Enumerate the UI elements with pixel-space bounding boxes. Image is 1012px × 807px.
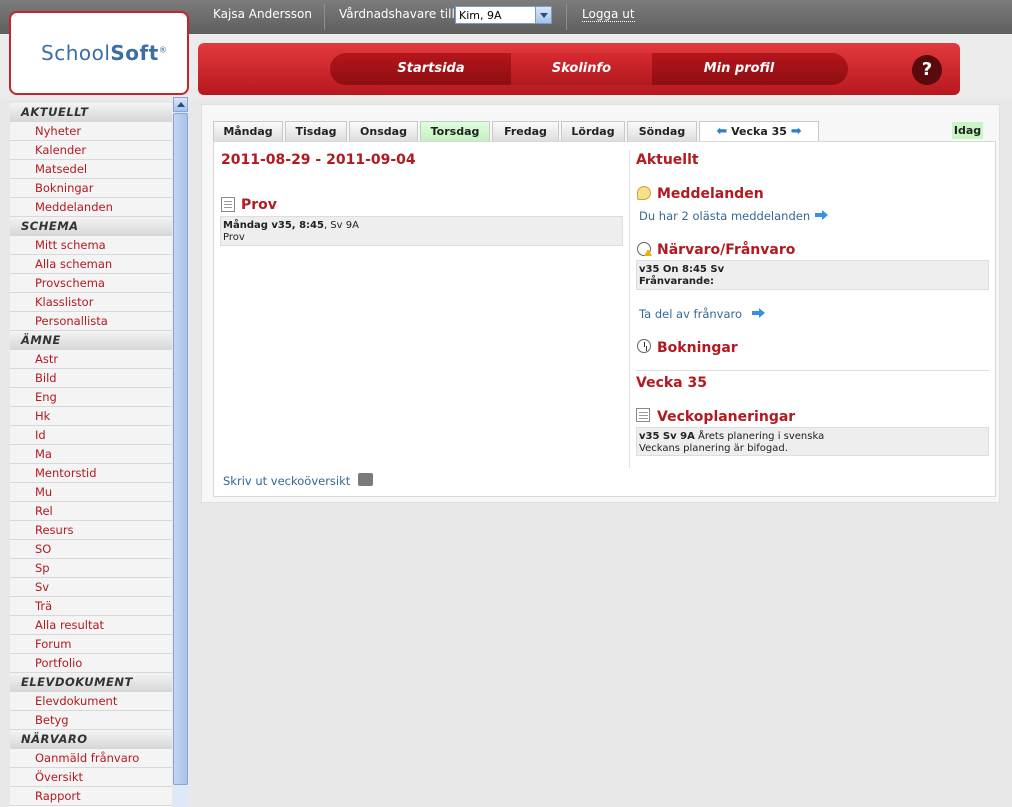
divider bbox=[636, 370, 989, 371]
veckoplan-text: Veckans planering är bifogad. bbox=[639, 443, 788, 454]
sidebar-item-mentorstid[interactable]: Mentorstid bbox=[10, 464, 172, 483]
sidebar: AKTUELLT Nyheter Kalender Matsedel Bokningar… bbox=[10, 103, 172, 807]
sidebar-item-alla-scheman[interactable]: Alla scheman bbox=[10, 255, 172, 274]
divider bbox=[324, 4, 325, 30]
sidebar-item-so[interactable]: SO bbox=[10, 540, 172, 559]
sidebar-item-översikt[interactable]: Översikt bbox=[10, 768, 172, 787]
sidebar-item-eng[interactable]: Eng bbox=[10, 388, 172, 407]
nav-min-profil[interactable]: Min profil bbox=[653, 53, 825, 85]
scroll-thumb[interactable] bbox=[173, 113, 188, 785]
arrow-right-icon[interactable]: ➡ bbox=[791, 124, 802, 139]
print-week-link[interactable]: Skriv ut veckoöversikt bbox=[223, 474, 350, 488]
prov-title[interactable]: Prov bbox=[241, 197, 277, 213]
column-divider bbox=[629, 150, 630, 468]
divider bbox=[566, 4, 567, 30]
sidebar-item-provschema[interactable]: Provschema bbox=[10, 274, 172, 293]
guardian-label: Vårdnadshavare till bbox=[339, 7, 455, 21]
bokningar-heading[interactable]: Bokningar bbox=[657, 340, 738, 356]
sidebar-item-portfolio[interactable]: Portfolio bbox=[10, 654, 172, 673]
tab-lordag[interactable]: Lördag bbox=[561, 121, 625, 142]
today-button[interactable]: Idag bbox=[952, 122, 983, 139]
nav-skolinfo[interactable]: Skolinfo bbox=[511, 53, 652, 85]
printer-icon[interactable] bbox=[358, 473, 373, 486]
unread-messages-link[interactable]: Du har 2 olästa meddelanden bbox=[639, 209, 810, 223]
sidebar-item-sv[interactable]: Sv bbox=[10, 578, 172, 597]
arrow-right-icon[interactable] bbox=[815, 210, 828, 220]
prov-time: Måndag v35, 8:45 bbox=[223, 220, 324, 231]
date-range: 2011-08-29 - 2011-09-04 bbox=[221, 152, 416, 168]
veckoplaneringar-heading[interactable]: Veckoplaneringar bbox=[657, 409, 795, 425]
sidebar-item-klasslistor[interactable]: Klasslistor bbox=[10, 293, 172, 312]
logo[interactable]: SchoolSoft® bbox=[9, 11, 189, 95]
aktuellt-heading: Aktuellt bbox=[636, 152, 699, 168]
sidebar-item-astr[interactable]: Astr bbox=[10, 350, 172, 369]
clock-warning-icon bbox=[637, 242, 652, 256]
speech-bubble-icon bbox=[637, 186, 651, 200]
notepad-icon bbox=[636, 408, 650, 422]
sidebar-item-betyg[interactable]: Betyg bbox=[10, 711, 172, 730]
tab-fredag[interactable]: Fredag bbox=[492, 121, 559, 142]
narvaro-absent-label: Frånvarande: bbox=[639, 276, 714, 287]
sidebar-item-bokningar[interactable]: Bokningar bbox=[10, 179, 172, 198]
veckoplan-class: v35 Sv 9A bbox=[639, 431, 695, 442]
sidebar-item-resurs[interactable]: Resurs bbox=[10, 521, 172, 540]
sidebar-item-elevdokument[interactable]: Elevdokument bbox=[10, 692, 172, 711]
nav-startsida[interactable]: Startsida bbox=[352, 53, 510, 85]
veckoplan-title: Årets planering i svenska bbox=[694, 431, 825, 442]
sidebar-item-sp[interactable]: Sp bbox=[10, 559, 172, 578]
scroll-up-icon[interactable] bbox=[173, 97, 188, 112]
logo-text: SchoolSoft® bbox=[41, 41, 168, 65]
sidebar-item-rel[interactable]: Rel bbox=[10, 502, 172, 521]
week-label: Vecka 35 bbox=[731, 125, 787, 138]
sidebar-item-kalender[interactable]: Kalender bbox=[10, 141, 172, 160]
sidebar-item-nyheter[interactable]: Nyheter bbox=[10, 122, 172, 141]
narvaro-time: v35 On 8:45 Sv bbox=[639, 264, 725, 275]
clock-icon bbox=[637, 339, 651, 353]
sidebar-section-heading: SCHEMA bbox=[10, 217, 172, 236]
sidebar-item-matsedel[interactable]: Matsedel bbox=[10, 160, 172, 179]
tab-tisdag[interactable]: Tisdag bbox=[285, 121, 347, 142]
chevron-down-icon[interactable] bbox=[535, 7, 551, 23]
narvaro-heading[interactable]: Närvaro/Frånvaro bbox=[657, 242, 795, 258]
user-name: Kajsa Andersson bbox=[213, 7, 312, 21]
prov-description: Prov bbox=[223, 232, 245, 243]
sidebar-item-personallista[interactable]: Personallista bbox=[10, 312, 172, 331]
sidebar-section-heading: AKTUELLT bbox=[10, 103, 172, 122]
sidebar-item-forum[interactable]: Forum bbox=[10, 635, 172, 654]
document-edit-icon bbox=[221, 197, 235, 212]
sidebar-item-trä[interactable]: Trä bbox=[10, 597, 172, 616]
absence-link[interactable]: Ta del av frånvaro bbox=[639, 307, 742, 321]
sidebar-item-hk[interactable]: Hk bbox=[10, 407, 172, 426]
logout-link[interactable]: Logga ut bbox=[582, 7, 635, 22]
sidebar-section-heading: NÄRVARO bbox=[10, 730, 172, 749]
arrow-right-icon[interactable] bbox=[752, 308, 765, 318]
prov-class: , Sv 9A bbox=[323, 220, 359, 231]
narvaro-entry: v35 On 8:45 Sv Frånvarande: bbox=[636, 260, 989, 290]
guardian-select[interactable]: Kim, 9A bbox=[455, 6, 552, 24]
meddelanden-heading[interactable]: Meddelanden bbox=[657, 186, 764, 202]
sidebar-item-oanmäld-frånvaro[interactable]: Oanmäld frånvaro bbox=[10, 749, 172, 768]
tab-sondag[interactable]: Söndag bbox=[627, 121, 697, 142]
help-icon[interactable]: ? bbox=[912, 55, 942, 85]
vecka-heading: Vecka 35 bbox=[636, 375, 707, 391]
guardian-select-value: Kim, 9A bbox=[459, 9, 502, 22]
sidebar-item-mu[interactable]: Mu bbox=[10, 483, 172, 502]
sidebar-scrollbar[interactable] bbox=[173, 97, 188, 807]
sidebar-item-meddelanden[interactable]: Meddelanden bbox=[10, 198, 172, 217]
tab-mandag[interactable]: Måndag bbox=[213, 121, 283, 142]
tab-torsdag[interactable]: Torsdag bbox=[420, 121, 490, 142]
sidebar-item-ma[interactable]: Ma bbox=[10, 445, 172, 464]
sidebar-section-heading: ELEVDOKUMENT bbox=[10, 673, 172, 692]
arrow-left-icon[interactable]: ⬅ bbox=[716, 124, 727, 139]
sidebar-item-alla-resultat[interactable]: Alla resultat bbox=[10, 616, 172, 635]
sidebar-item-id[interactable]: Id bbox=[10, 426, 172, 445]
veckoplan-entry[interactable]: v35 Sv 9A Årets planering i svenska Veck… bbox=[636, 427, 989, 456]
tab-onsdag[interactable]: Onsdag bbox=[349, 121, 418, 142]
tab-week: ⬅ Vecka 35 ➡ bbox=[699, 121, 819, 142]
sidebar-item-bild[interactable]: Bild bbox=[10, 369, 172, 388]
sidebar-section-heading: ÄMNE bbox=[10, 331, 172, 350]
sidebar-item-mitt-schema[interactable]: Mitt schema bbox=[10, 236, 172, 255]
prov-entry[interactable]: Måndag v35, 8:45, Sv 9A Prov bbox=[220, 216, 623, 246]
sidebar-item-rapport[interactable]: Rapport bbox=[10, 787, 172, 806]
